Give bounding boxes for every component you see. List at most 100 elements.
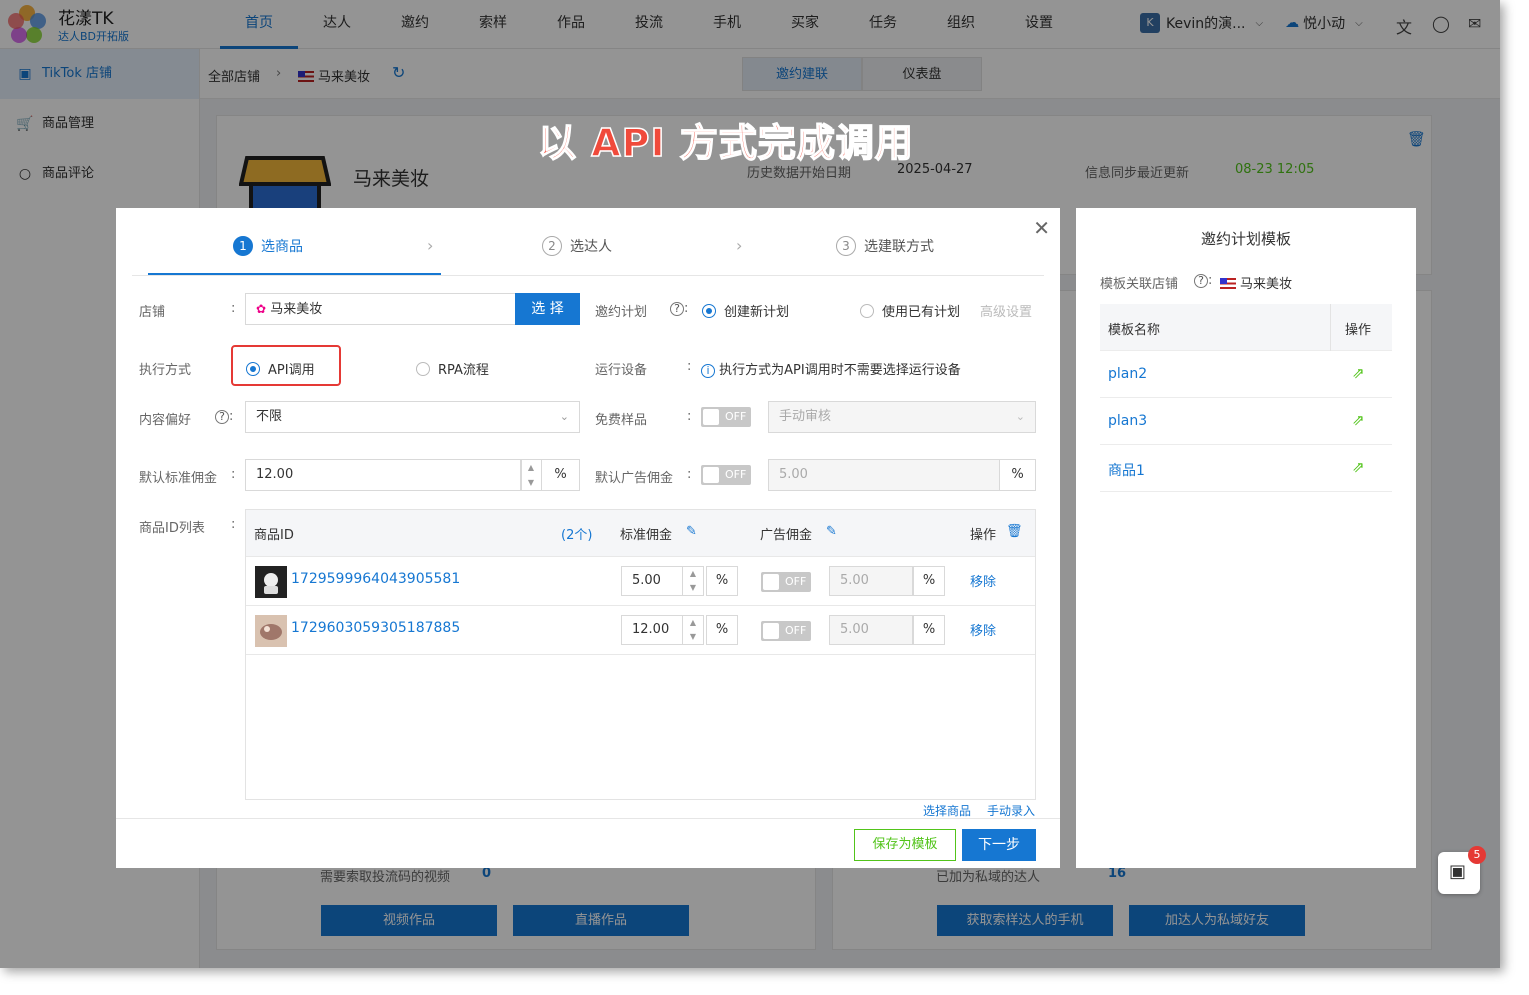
plan-help: ?: — [670, 301, 688, 316]
product-count: (2个) — [561, 528, 593, 543]
next-step-button[interactable]: 下一步 — [962, 829, 1036, 861]
content-label: 内容偏好 — [139, 413, 192, 428]
product-id-link[interactable]: 1729599964043905581 — [291, 571, 460, 587]
template-row: plan2 ⇗ — [1100, 351, 1392, 398]
template-link[interactable]: 商品1 — [1108, 460, 1145, 480]
row-ad-unit: % — [913, 566, 945, 596]
remove-link[interactable]: 移除 — [970, 620, 996, 639]
row-std-comm-input[interactable]: 5.00 — [621, 566, 683, 596]
chevron-down-icon: ⌄ — [1015, 410, 1025, 423]
col-template-op: 操作 — [1345, 323, 1372, 338]
std-comm-input[interactable]: 12.00 — [245, 459, 522, 491]
col-ad-comm: 广告佣金 — [760, 528, 813, 543]
row-ad-comm-input: 5.00 — [829, 566, 913, 596]
table-header: 商品ID (2个) 标准佣金 ✎ 广告佣金 ✎ 操作 🗑 — [246, 510, 1035, 556]
template-row: 商品1 ⇗ — [1100, 445, 1392, 492]
template-panel: 邀约计划模板 模板关联店铺 ?: 马来美妆 模板名称 操作 plan2 ⇗ pl… — [1076, 208, 1416, 868]
col-product-id: 商品ID — [254, 528, 294, 543]
chevron-right-icon: › — [736, 236, 743, 255]
row-std-unit: % — [706, 566, 738, 596]
col-actions: 操作 — [970, 528, 997, 543]
product-table: 商品ID (2个) 标准佣金 ✎ 广告佣金 ✎ 操作 🗑 17295999640… — [245, 509, 1036, 800]
shop-logo-icon: ✿ — [256, 302, 267, 316]
device-hint: i 执行方式为API调用时不需要选择运行设备 — [701, 359, 961, 378]
row-std-stepper[interactable]: ▲ ▼ — [682, 566, 704, 596]
shop-label: 店铺 — [139, 305, 166, 320]
row-ad-toggle[interactable]: OFF — [761, 621, 811, 641]
row-ad-comm-input: 5.00 — [829, 615, 913, 645]
inbox-icon: ▣ — [1449, 861, 1467, 882]
chevron-right-icon: › — [427, 236, 434, 255]
info-icon: i — [701, 364, 715, 378]
us-flag-icon — [1220, 278, 1236, 289]
question-icon: ? — [1194, 274, 1208, 288]
exec-label: 执行方式 — [139, 363, 192, 378]
export-icon[interactable]: ⇗ — [1352, 364, 1365, 382]
std-comm-label: 默认标准佣金 — [139, 471, 218, 486]
ad-comm-input: 5.00 — [768, 459, 1001, 491]
product-thumbnail — [255, 615, 287, 647]
active-step-indicator — [148, 273, 441, 275]
product-thumbnail — [255, 566, 287, 598]
template-row: plan3 ⇗ — [1100, 398, 1392, 445]
product-id-link[interactable]: 1729603059305187885 — [291, 620, 460, 636]
step-select-contact[interactable]: 3 选建联方式 — [836, 236, 934, 256]
content-select[interactable]: 不限 ⌄ — [245, 401, 580, 433]
template-table-header: 模板名称 操作 — [1100, 304, 1392, 351]
export-icon[interactable]: ⇗ — [1352, 411, 1365, 429]
template-shop-label: 模板关联店铺 — [1100, 277, 1179, 292]
row-ad-toggle[interactable]: OFF — [761, 572, 811, 592]
table-divider — [246, 654, 1035, 655]
plan-existing-radio[interactable]: 使用已有计划 — [860, 301, 960, 320]
step-select-products[interactable]: 1 选商品 — [233, 236, 303, 256]
edit-icon[interactable]: ✎ — [826, 524, 837, 539]
template-shop: 马来美妆 — [1220, 273, 1292, 292]
question-icon: ? — [215, 410, 229, 424]
export-icon[interactable]: ⇗ — [1352, 458, 1365, 476]
template-link[interactable]: plan3 — [1108, 413, 1147, 429]
advanced-settings-link[interactable]: 高级设置 — [980, 301, 1032, 320]
ad-comm-unit: % — [999, 459, 1036, 491]
std-comm-unit: % — [541, 459, 580, 491]
plan-label: 邀约计划 — [595, 305, 648, 320]
std-comm-stepper[interactable]: ▲ ▼ — [520, 459, 542, 491]
table-row: 1729603059305187885 12.00 ▲ ▼ % OFF 5.00 … — [246, 605, 1035, 654]
step-bar: 1 选商品 › 2 选达人 › 3 选建联方式 — [132, 208, 1044, 276]
shop-field[interactable]: ✿ 马来美妆 — [245, 293, 517, 325]
plan-new-radio[interactable]: 创建新计划 — [702, 301, 789, 320]
remove-link[interactable]: 移除 — [970, 571, 996, 590]
exec-rpa-radio[interactable]: RPA流程 — [416, 359, 489, 378]
free-sample-select: 手动审核 ⌄ — [768, 401, 1036, 433]
ad-comm-toggle[interactable]: OFF — [701, 465, 751, 485]
create-invite-dialog: ✕ 1 选商品 › 2 选达人 › 3 选建联方式 店铺 : ✿ 马来美妆 选 择 邀… — [116, 208, 1060, 868]
ad-comm-label: 默认广告佣金 — [595, 471, 674, 486]
manual-entry-link[interactable]: 手动录入 — [987, 802, 1035, 819]
device-label: 运行设备 — [595, 363, 648, 378]
edit-icon[interactable]: ✎ — [686, 524, 697, 539]
row-std-unit: % — [706, 615, 738, 645]
row-std-comm-input[interactable]: 12.00 — [621, 615, 683, 645]
trash-icon[interactable]: 🗑 — [1006, 524, 1023, 539]
row-ad-unit: % — [913, 615, 945, 645]
table-row: 1729599964043905581 5.00 ▲ ▼ % OFF 5.00 %… — [246, 556, 1035, 605]
template-panel-title: 邀约计划模板 — [1200, 230, 1291, 248]
annotation-title: 以 API 方式完成调用 — [537, 120, 914, 166]
question-icon: ? — [670, 302, 684, 316]
free-sample-label: 免费样品 — [595, 413, 648, 428]
select-shop-button[interactable]: 选 择 — [515, 293, 580, 325]
select-goods-link[interactable]: 选择商品 — [923, 802, 971, 819]
save-template-button[interactable]: 保存为模板 — [854, 829, 956, 861]
chevron-down-icon: ⌄ — [559, 410, 569, 423]
app-window: 花漾TK 达人BD开拓版 首页 达人 邀约 索样 作品 投流 手机 买家 任务 … — [0, 0, 1500, 968]
col-template-name: 模板名称 — [1108, 323, 1161, 338]
notification-badge: 5 — [1468, 846, 1486, 864]
free-sample-toggle[interactable]: OFF — [701, 407, 751, 427]
template-link[interactable]: plan2 — [1108, 366, 1147, 382]
dialog-footer-divider — [116, 818, 1060, 819]
ids-label: 商品ID列表 — [139, 521, 205, 536]
inbox-button[interactable]: ▣ 5 — [1438, 846, 1486, 894]
exec-api-radio[interactable]: API调用 — [246, 359, 315, 378]
col-std-comm: 标准佣金 — [620, 528, 673, 543]
row-std-stepper[interactable]: ▲ ▼ — [682, 615, 704, 645]
step-select-creators[interactable]: 2 选达人 — [542, 236, 612, 256]
